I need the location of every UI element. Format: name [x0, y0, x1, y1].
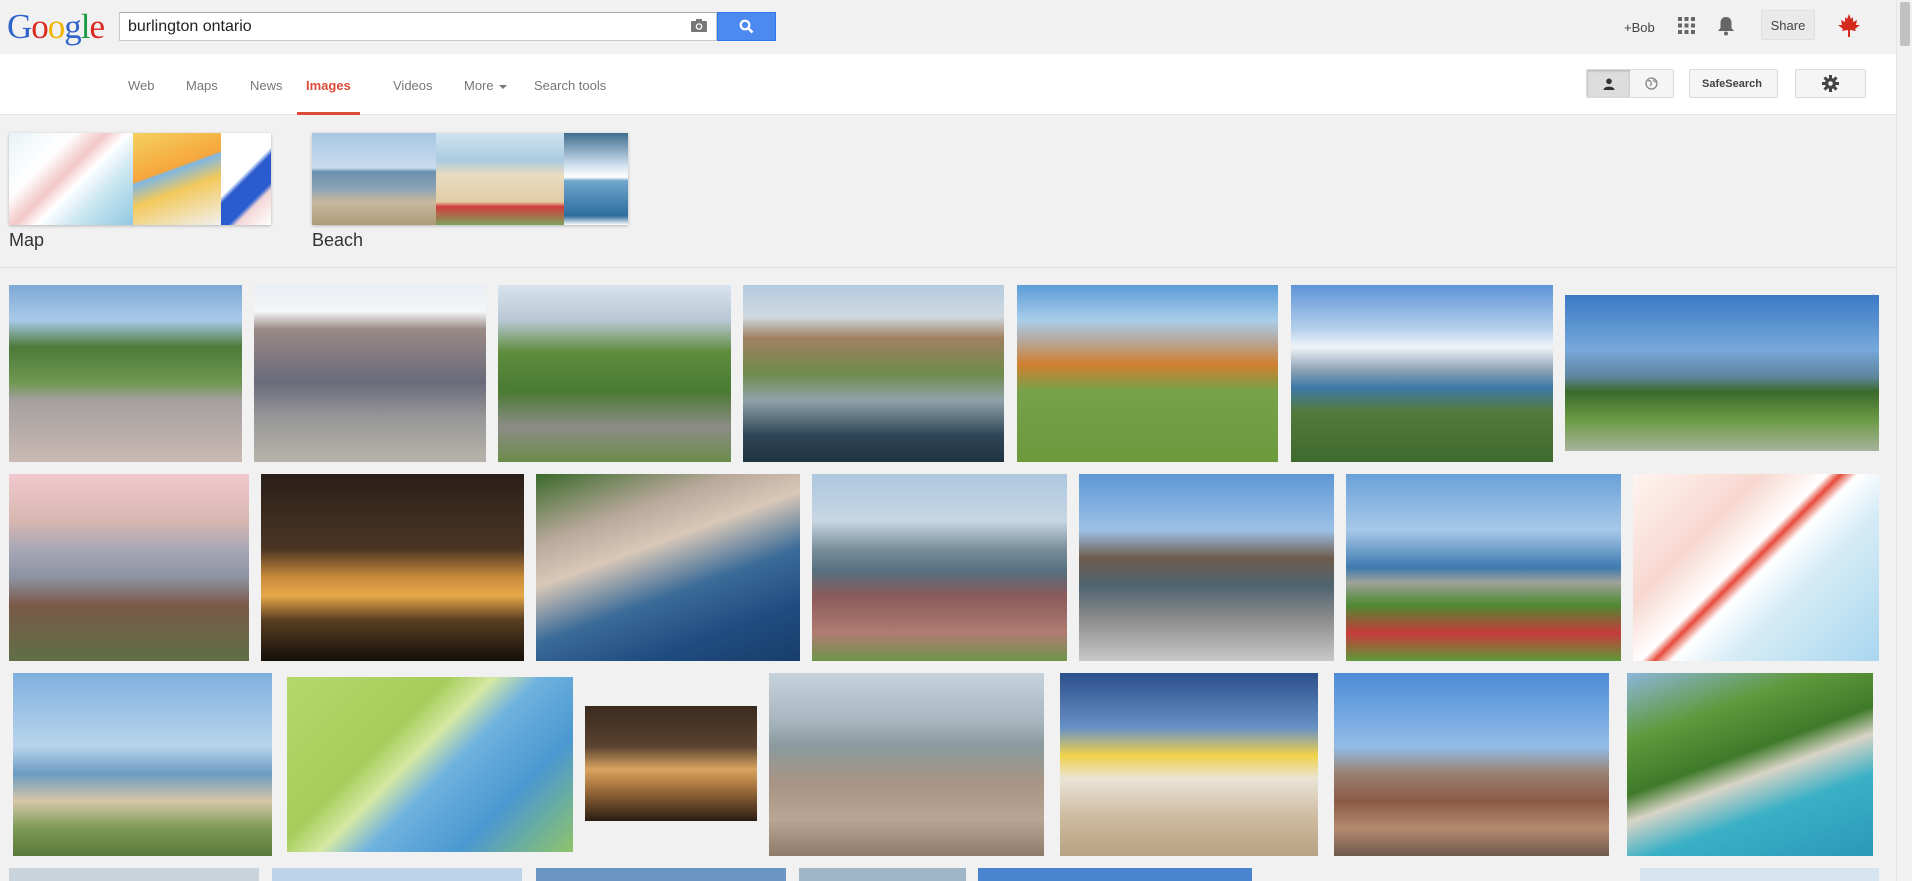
- map-thumbnail: [9, 133, 133, 225]
- camera-icon[interactable]: [690, 18, 708, 33]
- result-image[interactable]: [536, 868, 786, 881]
- tab-more-label: More: [464, 78, 494, 93]
- result-image-sailboats[interactable]: [1060, 673, 1318, 856]
- result-image-waterfront-trees[interactable]: [1565, 295, 1879, 451]
- search-input[interactable]: [120, 13, 660, 40]
- tab-maps[interactable]: Maps: [186, 78, 218, 115]
- global-results-button[interactable]: [1630, 70, 1673, 97]
- result-image[interactable]: [799, 868, 966, 881]
- apps-grid-icon[interactable]: [1678, 17, 1695, 34]
- result-image-promenade[interactable]: [812, 474, 1067, 661]
- search-box[interactable]: [119, 12, 717, 41]
- result-image[interactable]: [9, 868, 259, 881]
- category-beach[interactable]: Beach: [312, 133, 628, 251]
- tab-search-tools[interactable]: Search tools: [534, 78, 606, 115]
- nav-bar: Web Maps News Images Videos More Search …: [0, 54, 1896, 115]
- result-image-hydro-tower[interactable]: [13, 673, 272, 856]
- tab-more[interactable]: More: [464, 78, 507, 115]
- result-image-pink-lakefront[interactable]: [9, 474, 249, 661]
- result-image-lake-shore[interactable]: [1291, 285, 1553, 462]
- result-image[interactable]: [1640, 868, 1879, 881]
- globe-icon: [1645, 77, 1658, 90]
- results-personalization-toggle: [1586, 69, 1674, 98]
- result-image-pier-park[interactable]: [1627, 673, 1873, 856]
- search-icon: [739, 19, 754, 34]
- tab-web[interactable]: Web: [128, 78, 155, 115]
- result-image[interactable]: [978, 868, 1252, 881]
- result-image-city-aerial[interactable]: [536, 474, 800, 661]
- search-button[interactable]: [717, 12, 776, 41]
- result-image-autumn-park[interactable]: [1017, 285, 1278, 462]
- beach-thumbnail: [312, 133, 436, 225]
- result-image-clock-street[interactable]: [9, 285, 242, 462]
- beach-thumbnail: [564, 133, 628, 225]
- notifications-bell-icon[interactable]: [1717, 16, 1735, 36]
- share-button[interactable]: Share: [1761, 10, 1815, 40]
- result-image-hospital-parking[interactable]: [1079, 474, 1334, 661]
- category-thumbnails: [9, 133, 271, 225]
- beach-thumbnail: [436, 133, 564, 225]
- result-image-night-lake[interactable]: [585, 706, 757, 821]
- tab-images-label: Images: [306, 78, 351, 93]
- safesearch-button[interactable]: SafeSearch: [1689, 69, 1778, 98]
- profile-link[interactable]: +Bob: [1624, 12, 1655, 42]
- map-thumbnail: [221, 133, 271, 225]
- result-image-rooftops[interactable]: [1334, 673, 1609, 856]
- result-image-night-skyline[interactable]: [261, 474, 524, 661]
- tab-news[interactable]: News: [250, 78, 283, 115]
- result-image-points-of-interest-map[interactable]: [287, 677, 573, 852]
- personal-results-button[interactable]: [1587, 70, 1630, 97]
- category-label: Map: [9, 230, 45, 250]
- google-logo[interactable]: Google: [7, 9, 105, 44]
- result-image-park-flowers[interactable]: [1346, 474, 1621, 661]
- result-image[interactable]: [272, 868, 522, 881]
- chevron-down-icon: [498, 84, 507, 89]
- category-label: Beach: [312, 230, 364, 250]
- category-strip: Map Beach ›: [0, 116, 1896, 312]
- top-bar: Google +Bob Share: [0, 0, 1896, 54]
- safesearch-label: SafeSearch: [1702, 77, 1762, 90]
- person-icon: [1603, 78, 1614, 90]
- gear-icon: [1822, 75, 1839, 92]
- avatar[interactable]: [1836, 13, 1862, 39]
- settings-button[interactable]: [1795, 69, 1866, 98]
- result-image-memorial-flags[interactable]: [498, 285, 731, 462]
- map-thumbnail: [133, 133, 221, 225]
- category-map[interactable]: Map: [9, 133, 271, 251]
- result-image-burlington-mall[interactable]: [254, 285, 486, 462]
- vertical-scrollbar[interactable]: [1896, 0, 1912, 881]
- tab-videos[interactable]: Videos: [393, 78, 433, 115]
- result-image-downtown-aerial[interactable]: [769, 673, 1044, 856]
- tab-images[interactable]: Images: [297, 78, 360, 115]
- result-image-pier-aerial[interactable]: [743, 285, 1004, 462]
- scrollbar-thumb[interactable]: [1900, 2, 1910, 46]
- result-image-region-map[interactable]: [1633, 474, 1879, 661]
- category-thumbnails: [312, 133, 628, 225]
